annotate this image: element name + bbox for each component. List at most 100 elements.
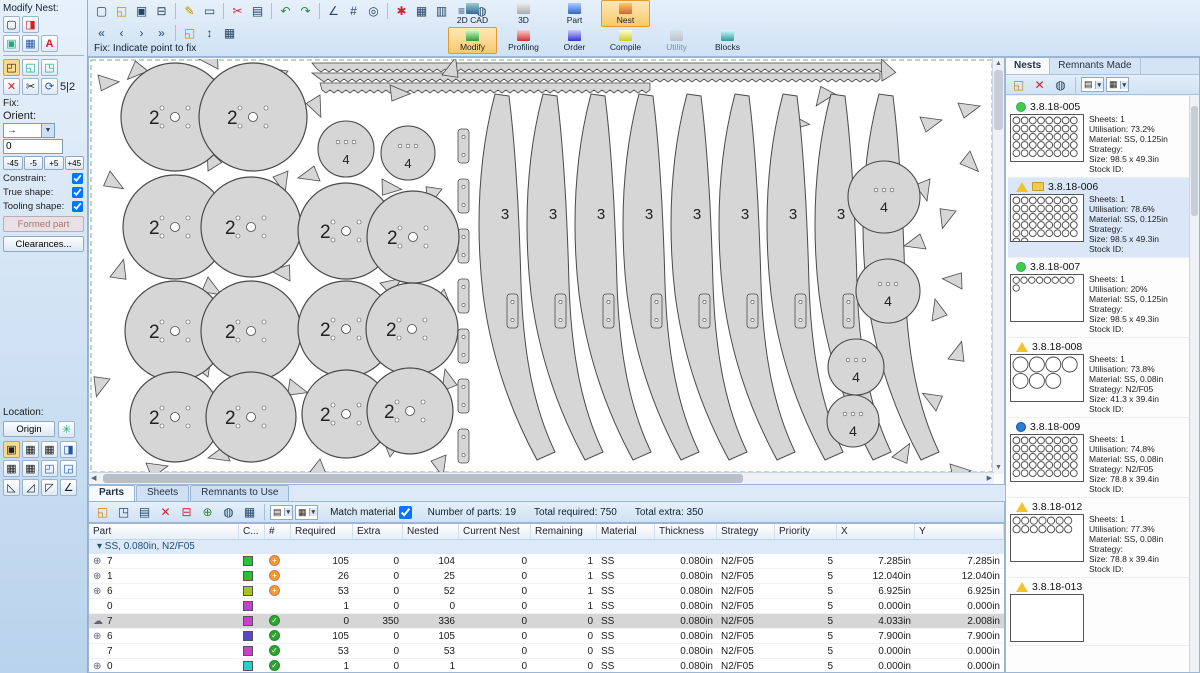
scrollbar-thumb[interactable]	[103, 474, 743, 483]
nests-scrollbar[interactable]	[1189, 96, 1199, 672]
nest-part-clip[interactable]	[458, 379, 469, 413]
sheet-table-icon[interactable]: ▦	[220, 24, 239, 43]
cut-part-icon[interactable]: ✂	[22, 78, 39, 95]
nest-list-item[interactable]: 3.8.18-009 Sheets: 1Utilisation: 74.8%Ma…	[1008, 418, 1189, 498]
column-header[interactable]: Priority	[775, 524, 837, 539]
column-header[interactable]: Part	[89, 524, 239, 539]
erase-icon[interactable]: ▭	[200, 2, 219, 21]
snap-together-icon[interactable]: ◳	[41, 59, 58, 76]
nest-part-circle-large[interactable]: 2	[366, 283, 458, 375]
nest-part-clip[interactable]	[458, 279, 469, 313]
undo-icon[interactable]: ↶	[276, 2, 295, 21]
part-row[interactable]: ⊕7 + 105 0 104 0 1 SS 0.080in N2/F05 5 7…	[89, 554, 1004, 569]
new-icon[interactable]: ▢	[92, 2, 111, 21]
move-part-icon[interactable]: ◨	[22, 16, 39, 33]
canvas-horizontal-scrollbar[interactable]: ◀ ▶	[89, 472, 994, 484]
delete-all-icon[interactable]: ⊟	[177, 503, 196, 522]
nest-part-clip[interactable]	[603, 294, 614, 328]
part-row[interactable]: ☁7 ✓ 0 350 336 0 0 SS 0.080in N2/F05 5 4…	[89, 614, 1004, 629]
nest-thumbnail[interactable]	[1010, 194, 1084, 242]
column-header[interactable]: Required	[291, 524, 353, 539]
nest-part-circle-small[interactable]: 4	[856, 259, 920, 323]
nest-part-clip[interactable]	[699, 294, 710, 328]
part-row[interactable]: ⊕1 + 26 0 25 0 1 SS 0.080in N2/F05 5 12.…	[89, 569, 1004, 584]
fill-sheet-icon[interactable]: ▣	[3, 35, 20, 52]
part-row[interactable]: 0 1 0 0 0 1 SS 0.080in N2/F05 5 0.000in …	[89, 599, 1004, 614]
column-header[interactable]: Strategy	[717, 524, 775, 539]
nest-thumbnail[interactable]	[1010, 354, 1084, 402]
nest-part-circle-small[interactable]: 4	[828, 339, 884, 395]
nest-part-circle-small[interactable]: 4	[318, 121, 374, 177]
part-row[interactable]: ⊕6 ✓ 105 0 105 0 0 SS 0.080in N2/F05 5 7…	[89, 629, 1004, 644]
remove-part-icon[interactable]: ✕	[156, 503, 175, 522]
column-header[interactable]: Thickness	[655, 524, 717, 539]
open-nest-icon[interactable]: ◱	[180, 24, 199, 43]
nest-thumbnail[interactable]	[1010, 594, 1084, 642]
layout-mode-dropdown[interactable]: ▦▾	[1106, 77, 1129, 92]
rotate-step-label[interactable]: 5|2	[60, 81, 75, 93]
open-parts-icon[interactable]: ◱	[93, 503, 112, 522]
column-header[interactable]: Y	[915, 524, 1004, 539]
snap-origin-icon[interactable]: ✳	[58, 421, 75, 438]
tab-remnants-to-use[interactable]: Remnants to Use	[190, 485, 289, 501]
align-grid-icon[interactable]: ▦	[3, 460, 20, 477]
scrollbar-thumb[interactable]	[1191, 106, 1198, 216]
nest-list-item[interactable]: 3.8.18-007 Sheets: 1Utilisation: 20%Mate…	[1008, 258, 1189, 338]
bump-icon[interactable]: ◱	[22, 59, 39, 76]
part-table-icon[interactable]: ▦	[240, 503, 259, 522]
corner-align-icon[interactable]: ∠	[60, 479, 77, 496]
part-row[interactable]: 7 ✓ 53 0 53 0 0 SS 0.080in N2/F05 5 0.00…	[89, 644, 1004, 659]
tab-nests[interactable]: Nests	[1006, 58, 1050, 74]
nest-list-item[interactable]: 3.8.18-013	[1008, 578, 1189, 646]
nest-list-item[interactable]: 3.8.18-008 Sheets: 1Utilisation: 73.8%Ma…	[1008, 338, 1189, 418]
annotate-icon[interactable]: A	[41, 35, 58, 52]
view-mode-dropdown[interactable]: ▤▾	[1081, 77, 1104, 92]
profiling-button[interactable]: Profiling	[499, 27, 548, 54]
nest-part-clip[interactable]	[458, 429, 469, 463]
save-icon[interactable]: ▣	[132, 2, 151, 21]
pencil-icon[interactable]: ✎	[180, 2, 199, 21]
rotate-minus-45-button[interactable]: -45	[3, 156, 23, 170]
delete-nest-icon[interactable]: ✕	[1030, 75, 1049, 94]
nest-part-clip[interactable]	[795, 294, 806, 328]
rotate-minus-5-button[interactable]: -5	[24, 156, 44, 170]
sort-icon[interactable]: ↕	[200, 24, 219, 43]
align-grid-icon[interactable]: ▦	[22, 441, 39, 458]
nest-part-circle-small[interactable]: 4	[381, 126, 435, 180]
paste-icon[interactable]: ▤	[248, 2, 267, 21]
fix-tool-icon[interactable]: ◰	[3, 59, 20, 76]
columns-dropdown[interactable]: ▤▾	[270, 505, 293, 520]
material-group-row[interactable]: ▾ SS, 0.080in, N2/F05	[89, 540, 1004, 554]
nest-part-strip[interactable]	[312, 73, 880, 82]
corner-align-icon[interactable]: ◿	[22, 479, 39, 496]
tab-3d[interactable]: 3D	[499, 0, 548, 27]
nest-part-clip[interactable]	[458, 129, 469, 163]
align-grid-icon[interactable]: ▦	[22, 460, 39, 477]
canvas-vertical-scrollbar[interactable]: ▲ ▼	[992, 58, 1004, 474]
origin-marker-icon[interactable]: ▣	[3, 441, 20, 458]
open-nest-folder-icon[interactable]: ◱	[1009, 75, 1028, 94]
nest-thumbnail[interactable]	[1010, 514, 1084, 562]
nest-part-clip[interactable]	[458, 229, 469, 263]
calculator-icon[interactable]: #	[344, 2, 363, 21]
nest-thumbnail[interactable]	[1010, 434, 1084, 482]
tab-sheets[interactable]: Sheets	[136, 485, 189, 501]
scrollbar-thumb[interactable]	[994, 70, 1003, 130]
redo-icon[interactable]: ↷	[296, 2, 315, 21]
settings-icon[interactable]: ✱	[392, 2, 411, 21]
column-header[interactable]: Remaining	[531, 524, 597, 539]
column-header[interactable]: Extra	[353, 524, 403, 539]
cut-icon[interactable]: ✂	[228, 2, 247, 21]
nest-part-circle-small[interactable]: 4	[848, 161, 920, 233]
rotate-plus-5-button[interactable]: +5	[44, 156, 64, 170]
tab-2d-cad[interactable]: 2D CAD	[448, 0, 497, 27]
nest-thumbnail[interactable]	[1010, 274, 1084, 322]
nest-part-circle-large[interactable]: 2	[367, 191, 459, 283]
align-grid-icon[interactable]: ▦	[41, 441, 58, 458]
nest-thumbnail[interactable]	[1010, 114, 1084, 162]
nest-part-circle-large[interactable]: 2	[206, 372, 296, 462]
tab-remnants-made[interactable]: Remnants Made	[1050, 58, 1140, 74]
nest-part-circle-small[interactable]: 4	[827, 395, 879, 447]
column-header[interactable]: #	[265, 524, 291, 539]
align-edge-icon[interactable]: ◨	[60, 441, 77, 458]
